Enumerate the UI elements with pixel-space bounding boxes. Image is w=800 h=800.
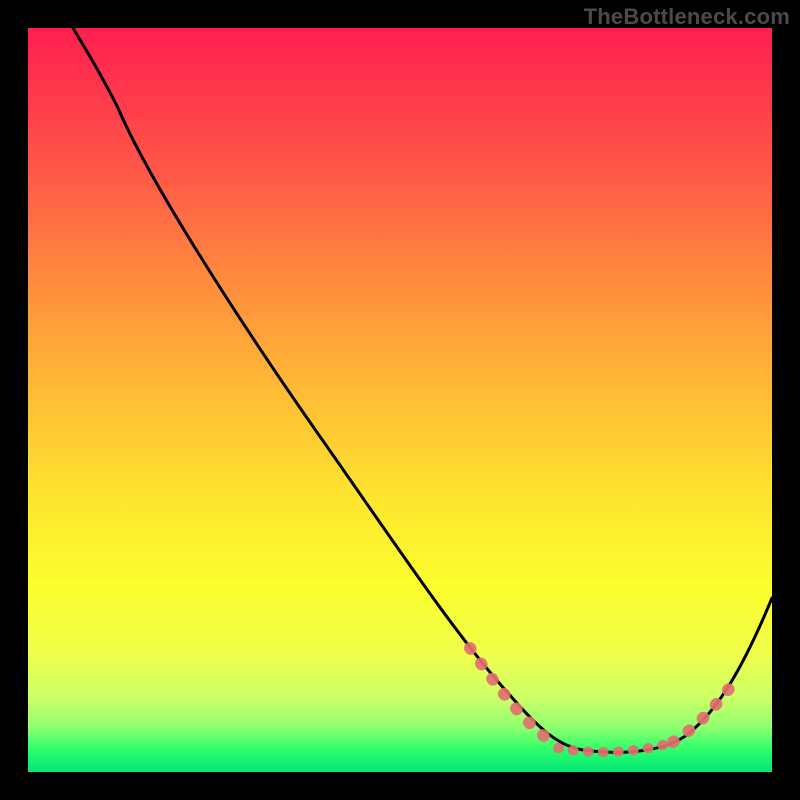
bottleneck-curve (73, 28, 772, 752)
chart-overlay (28, 28, 772, 772)
watermark-text: TheBottleneck.com (584, 4, 790, 30)
highlight-beads-left (470, 648, 558, 746)
chart-frame: TheBottleneck.com (0, 0, 800, 800)
highlight-beads-right (673, 682, 734, 742)
plot-area (28, 28, 772, 772)
highlight-beads-bottom (558, 742, 673, 752)
